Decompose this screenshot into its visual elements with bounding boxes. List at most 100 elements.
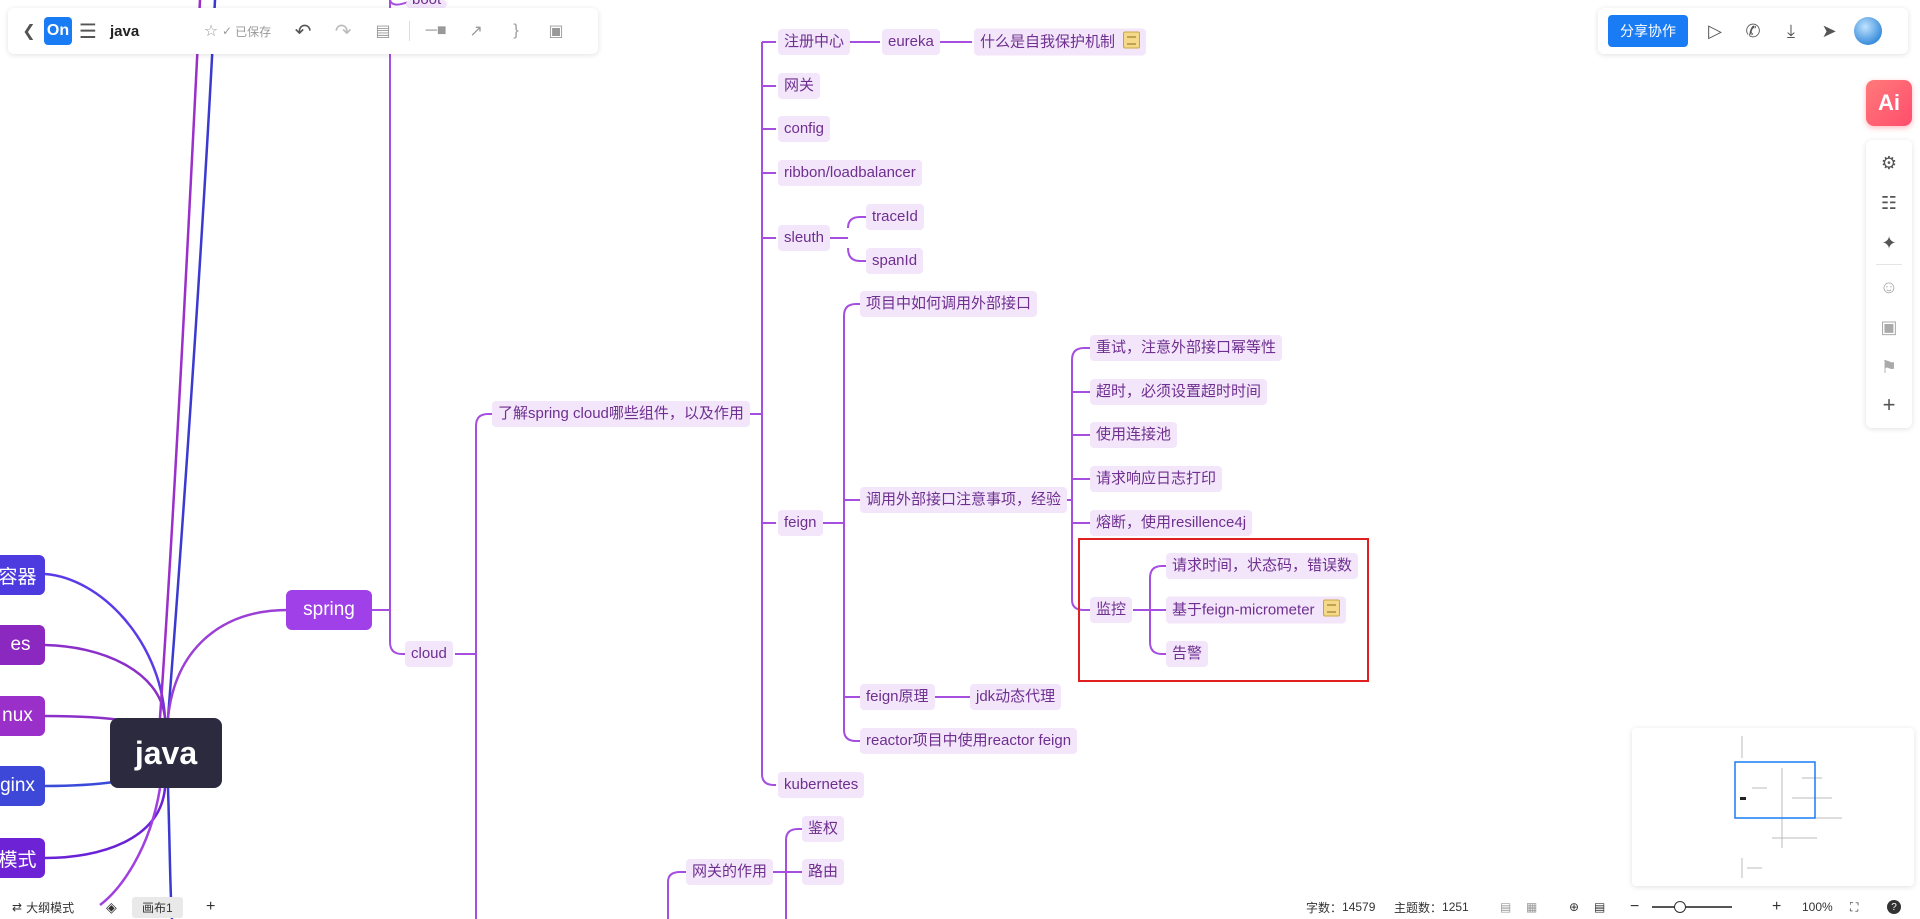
branch-label: es xyxy=(10,634,31,655)
undo-icon[interactable]: ↶ xyxy=(283,19,323,44)
format-icon[interactable]: ▤ xyxy=(1500,895,1511,919)
outline-mode-button[interactable]: ⇄ 大纲模式 xyxy=(12,895,74,919)
outline-mode-label: 大纲模式 xyxy=(26,900,75,915)
routing-node[interactable]: 路由 xyxy=(802,859,845,885)
magic-icon[interactable]: ✦ xyxy=(1874,228,1904,258)
avatar[interactable] xyxy=(1854,17,1882,45)
cloud-node[interactable]: cloud xyxy=(405,641,453,667)
branch-container[interactable]: 容器 xyxy=(0,555,45,595)
saved-check-icon: ✓ xyxy=(222,24,233,38)
topic-count-label: 主题数： xyxy=(1394,900,1443,915)
spring-label: spring xyxy=(303,599,355,620)
topic-count: 主题数： 1251 xyxy=(1394,895,1469,919)
tag-icon[interactable]: ⚑ xyxy=(1874,352,1904,382)
image-icon[interactable]: ▣ xyxy=(1874,312,1904,342)
spanid-node[interactable]: spanId xyxy=(866,248,924,274)
emoji-icon[interactable]: ☺ xyxy=(1874,272,1904,302)
relation-icon[interactable]: ─■ xyxy=(416,22,456,40)
eureka-node[interactable]: eureka xyxy=(882,29,940,55)
ai-button[interactable]: Ai xyxy=(1866,80,1912,126)
panel-divider xyxy=(1876,264,1902,265)
timeout-node[interactable]: 超时，必须设置超时时间 xyxy=(1090,379,1268,405)
understand-node[interactable]: 了解spring cloud哪些组件，以及作用 xyxy=(492,401,750,427)
ribbon-node[interactable]: ribbon/loadbalancer xyxy=(778,160,922,186)
reactor-node[interactable]: reactor项目中使用reactor feign xyxy=(860,728,1078,754)
star-icon[interactable]: ☆ xyxy=(200,21,222,41)
help-label: ? xyxy=(1887,900,1901,914)
feign-node[interactable]: feign xyxy=(778,510,823,536)
zoom-out-icon[interactable]: − xyxy=(1630,895,1639,919)
spring-node[interactable]: spring xyxy=(286,590,372,630)
back-icon[interactable]: ❮ xyxy=(14,21,44,41)
side-panel: ⚙ ☷ ✦ ☺ ▣ ⚑ + xyxy=(1866,140,1912,428)
circuit-node[interactable]: 熔断，使用resillence4j xyxy=(1090,510,1253,536)
doc-title[interactable]: java xyxy=(110,23,190,40)
how-call-node[interactable]: 项目中如何调用外部接口 xyxy=(860,291,1038,317)
traceid-node[interactable]: traceId xyxy=(866,204,924,230)
zoom-in-icon[interactable]: + xyxy=(1772,895,1781,919)
branch-label: nux xyxy=(2,705,33,726)
call-notes-node[interactable]: 调用外部接口注意事项，经验 xyxy=(860,487,1068,513)
canvas-tab-label: 画布1 xyxy=(132,896,183,918)
branch-es[interactable]: es xyxy=(0,625,45,665)
boundary-icon[interactable]: ▣ xyxy=(536,21,576,41)
branch-label: ginx xyxy=(0,775,35,796)
gateway-node[interactable]: 网关 xyxy=(778,73,821,99)
present-icon[interactable]: ▷ xyxy=(1696,12,1734,50)
top-toolbar: ❮ On ☰ java ☆ ✓ 已保存 ↶ ↷ ▤ ─■ ↗ } ▣ xyxy=(8,8,598,54)
app-logo[interactable]: On xyxy=(44,17,72,45)
config-node[interactable]: config xyxy=(778,116,831,142)
canvas-tab[interactable]: 画布1 xyxy=(132,895,183,919)
branch-pattern[interactable]: 模式 xyxy=(0,838,45,878)
locate-icon[interactable]: ⊕ xyxy=(1569,895,1579,919)
saved-label: 已保存 xyxy=(235,24,272,39)
feign-principle-node[interactable]: feign原理 xyxy=(860,684,935,710)
send-icon[interactable]: ➤ xyxy=(1810,12,1848,50)
minimap[interactable] xyxy=(1632,728,1914,886)
style-icon[interactable]: ⚙ xyxy=(1874,148,1904,178)
branch-label: 模式 xyxy=(0,849,37,871)
log-node[interactable]: 请求响应日志打印 xyxy=(1090,466,1223,492)
minimap-drawing xyxy=(1734,736,1842,878)
add-icon[interactable]: + xyxy=(1874,390,1904,420)
branch-linux[interactable]: nux xyxy=(0,696,45,736)
structure-icon[interactable]: ☷ xyxy=(1874,188,1904,218)
sleuth-node[interactable]: sleuth xyxy=(778,225,831,251)
add-canvas-icon[interactable]: + xyxy=(206,895,215,919)
saved-status: ✓ 已保存 xyxy=(222,23,271,40)
zoom-slider[interactable] xyxy=(1652,906,1732,908)
fullscreen-icon[interactable]: ⛶ xyxy=(1850,895,1858,919)
boot-node[interactable]: boot xyxy=(406,0,448,8)
download-icon[interactable]: ⤓ xyxy=(1772,12,1810,50)
zoom-level[interactable]: 100% xyxy=(1802,895,1833,919)
note-icon[interactable] xyxy=(1123,31,1141,49)
share-button[interactable]: 分享协作 xyxy=(1608,15,1688,47)
bottom-bar: ⇄ 大纲模式 ◈ 画布1 + 字数： 14579 主题数： 1251 ▤ ▦ ⊕ ▤ … xyxy=(0,895,1920,919)
format-painter-icon[interactable]: ▤ xyxy=(363,21,403,41)
auth-node[interactable]: 鉴权 xyxy=(802,816,845,842)
word-count-label: 字数： xyxy=(1306,900,1343,915)
self-protect-label: 什么是自我保护机制 xyxy=(980,33,1116,51)
gateway-role-node[interactable]: 网关的作用 xyxy=(686,859,774,885)
layers-icon[interactable]: ◈ xyxy=(106,895,117,919)
redo-icon[interactable]: ↷ xyxy=(323,19,363,44)
summary-icon[interactable]: } xyxy=(496,22,536,40)
zoom-slider-handle[interactable] xyxy=(1674,901,1686,913)
pool-node[interactable]: 使用连接池 xyxy=(1090,422,1178,448)
connector-icon[interactable]: ↗ xyxy=(456,21,496,41)
map-icon[interactable]: ▤ xyxy=(1594,895,1605,919)
jdk-proxy-node[interactable]: jdk动态代理 xyxy=(970,684,1062,710)
selection-highlight-box xyxy=(1078,538,1369,682)
branch-nginx[interactable]: ginx xyxy=(0,766,45,806)
retry-node[interactable]: 重试，注意外部接口幂等性 xyxy=(1090,335,1283,361)
help-icon[interactable]: ? xyxy=(1887,895,1901,919)
menu-icon[interactable]: ☰ xyxy=(72,19,104,44)
root-node[interactable]: java xyxy=(110,718,222,788)
call-icon[interactable]: ✆ xyxy=(1734,12,1772,50)
word-count-value: 14579 xyxy=(1342,900,1376,914)
layout-icon[interactable]: ▦ xyxy=(1526,895,1537,919)
toolbar-divider xyxy=(409,21,411,41)
kubernetes-node[interactable]: kubernetes xyxy=(778,772,865,798)
self-protect-node[interactable]: 什么是自我保护机制 xyxy=(974,28,1147,56)
registry-node[interactable]: 注册中心 xyxy=(778,29,851,55)
